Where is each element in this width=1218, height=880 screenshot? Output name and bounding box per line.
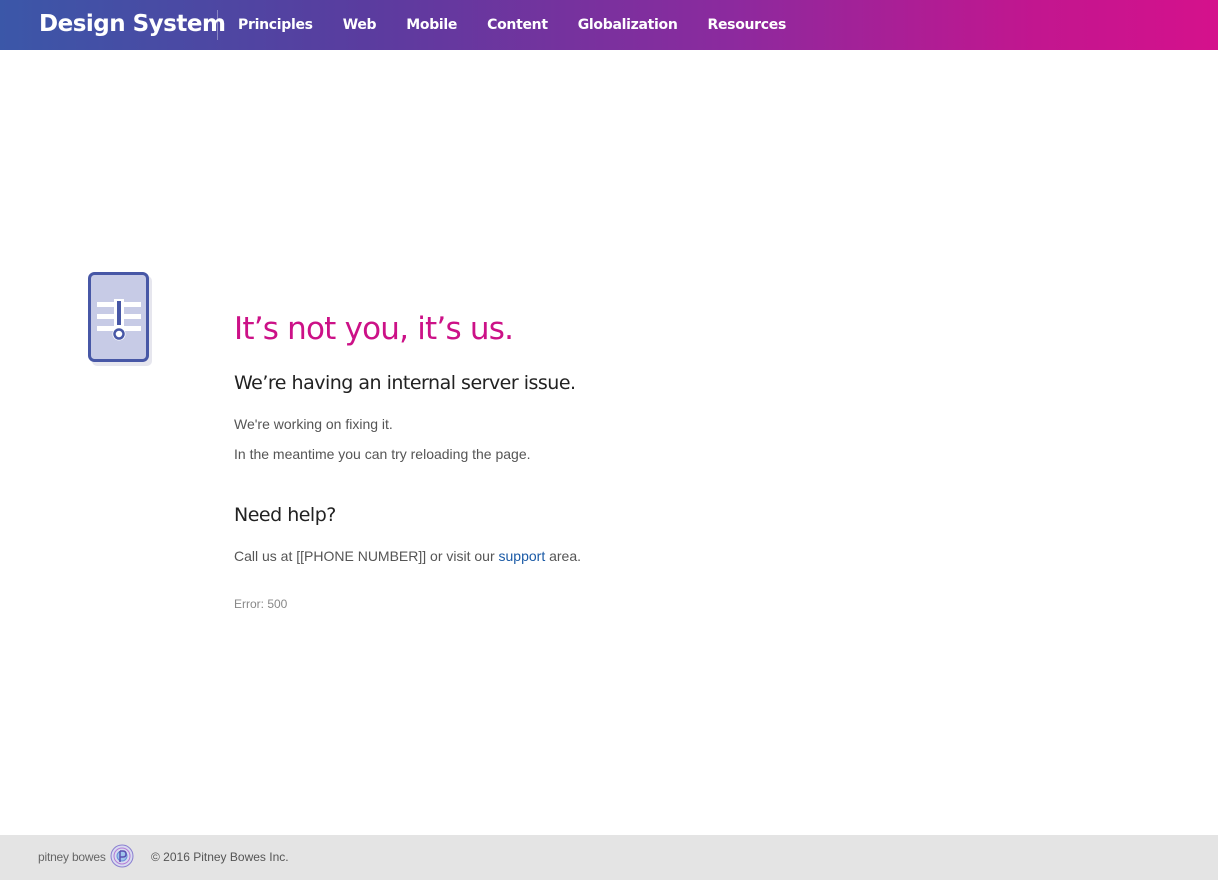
error-code: Error: 500: [234, 597, 288, 611]
copyright: © 2016 Pitney Bowes Inc.: [151, 850, 289, 864]
top-navigation-bar: Design System Principles Web Mobile Cont…: [0, 0, 1218, 50]
nav-resources[interactable]: Resources: [707, 0, 786, 50]
help-text: Call us at [[PHONE NUMBER]] or visit our…: [234, 547, 581, 565]
nav-principles[interactable]: Principles: [238, 0, 313, 50]
error-subheading: We’re having an internal server issue.: [234, 372, 576, 394]
nav-content[interactable]: Content: [487, 0, 548, 50]
nav-mobile[interactable]: Mobile: [406, 0, 457, 50]
support-link[interactable]: support: [499, 548, 546, 564]
reload-paragraph: In the meantime you can try reloading th…: [234, 446, 531, 462]
footer: pitney bowes © 2016 Pitney Bowes Inc.: [0, 835, 1218, 880]
main-nav: Principles Web Mobile Content Globalizat…: [238, 0, 816, 50]
help-text-after: area.: [545, 548, 582, 564]
brand-divider: [217, 10, 218, 40]
brand-link[interactable]: Design System: [39, 8, 226, 40]
nav-web[interactable]: Web: [343, 0, 377, 50]
help-title: Need help?: [234, 504, 336, 526]
nav-globalization[interactable]: Globalization: [578, 0, 678, 50]
pitney-bowes-wordmark: pitney bowes: [38, 850, 106, 864]
error-headline: It’s not you, it’s us.: [234, 311, 514, 347]
help-text-before: Call us at [[PHONE NUMBER]] or visit our: [234, 548, 499, 564]
pitney-bowes-logo-icon: [110, 844, 134, 868]
status-paragraph: We're working on fixing it.: [234, 416, 393, 432]
alert-document-icon: [88, 272, 152, 366]
